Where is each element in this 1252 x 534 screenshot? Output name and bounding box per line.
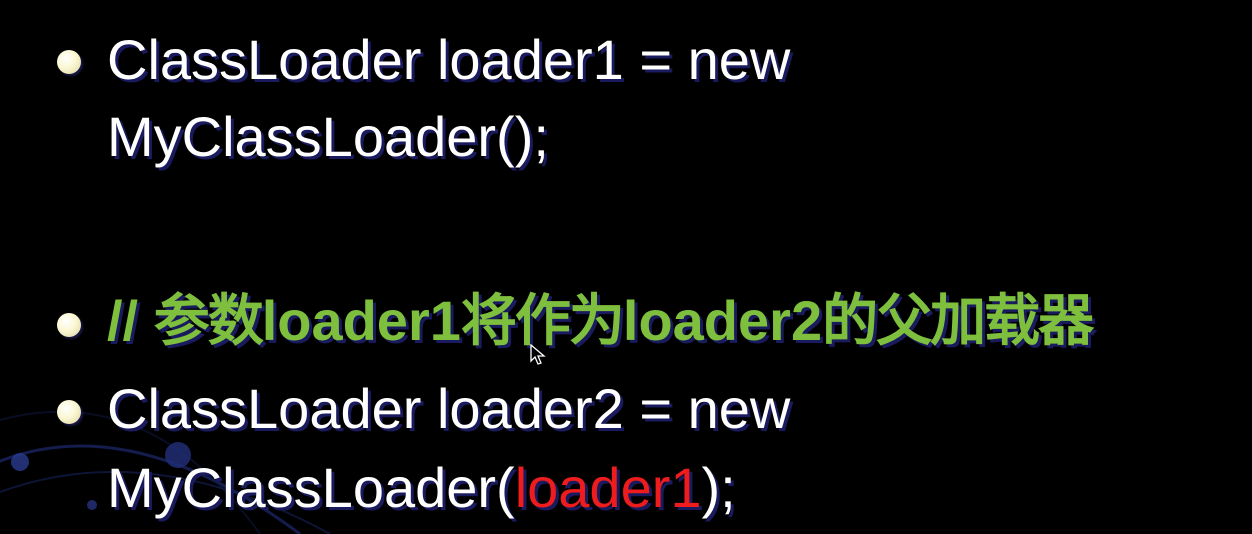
code-text: ); [701, 456, 736, 519]
presentation-slide: ClassLoader loader1 = new MyClassLoader(… [0, 0, 1252, 534]
bullet-dot-icon [57, 400, 81, 424]
mouse-pointer-icon [530, 344, 546, 365]
code-line: ClassLoader loader1 = new [107, 28, 791, 91]
code-line: MyClassLoader(loader1); [107, 456, 736, 520]
code-text: MyClassLoader( [107, 456, 515, 519]
bullet-dot-icon [57, 50, 81, 74]
comment-text: 的父加载器 [822, 289, 1094, 354]
comment-text: 参数 [153, 289, 264, 354]
comment-prefix: // [107, 289, 154, 352]
code-line: ClassLoader loader2 = new [107, 377, 791, 440]
comment-line: // 参数loader1将作为loader2的父加载器 [107, 289, 1094, 354]
highlighted-argument: loader1 [514, 456, 702, 519]
comment-code: loader2 [622, 289, 823, 352]
code-line: MyClassLoader(); [107, 105, 549, 168]
comment-code: loader1 [261, 289, 461, 352]
bullet-dot-icon [57, 313, 81, 337]
